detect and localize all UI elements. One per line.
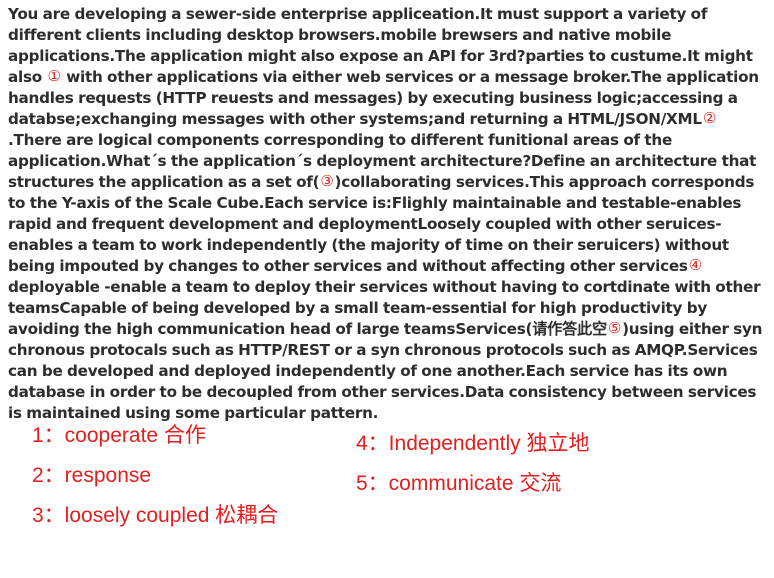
blank-marker-2: ② xyxy=(702,109,717,127)
answer-3: 3：loosely coupled 松耦合 xyxy=(32,504,279,527)
answer-list-right: 4：Independently 独立地 5：communicate 交流 xyxy=(356,424,589,504)
blank-marker-5: ⑤ xyxy=(607,319,622,337)
blank-marker-4: ④ xyxy=(688,256,702,274)
passage-text-2: with other applications via either web s… xyxy=(8,68,759,128)
answer-1: 1：cooperate 合作 xyxy=(32,424,206,447)
answer-5: 5：communicate 交流 xyxy=(356,472,562,495)
answer-list-left: 1：cooperate 合作 2：response 3：loosely coup… xyxy=(32,416,278,536)
answer-2: 2：response xyxy=(32,464,152,487)
blank-marker-3: ③ xyxy=(320,172,334,190)
question-passage: You are developing a sewer-side enterpri… xyxy=(8,4,766,424)
blank-marker-1: ① xyxy=(47,67,61,85)
answer-4: 4：Independently 独立地 xyxy=(356,432,590,455)
